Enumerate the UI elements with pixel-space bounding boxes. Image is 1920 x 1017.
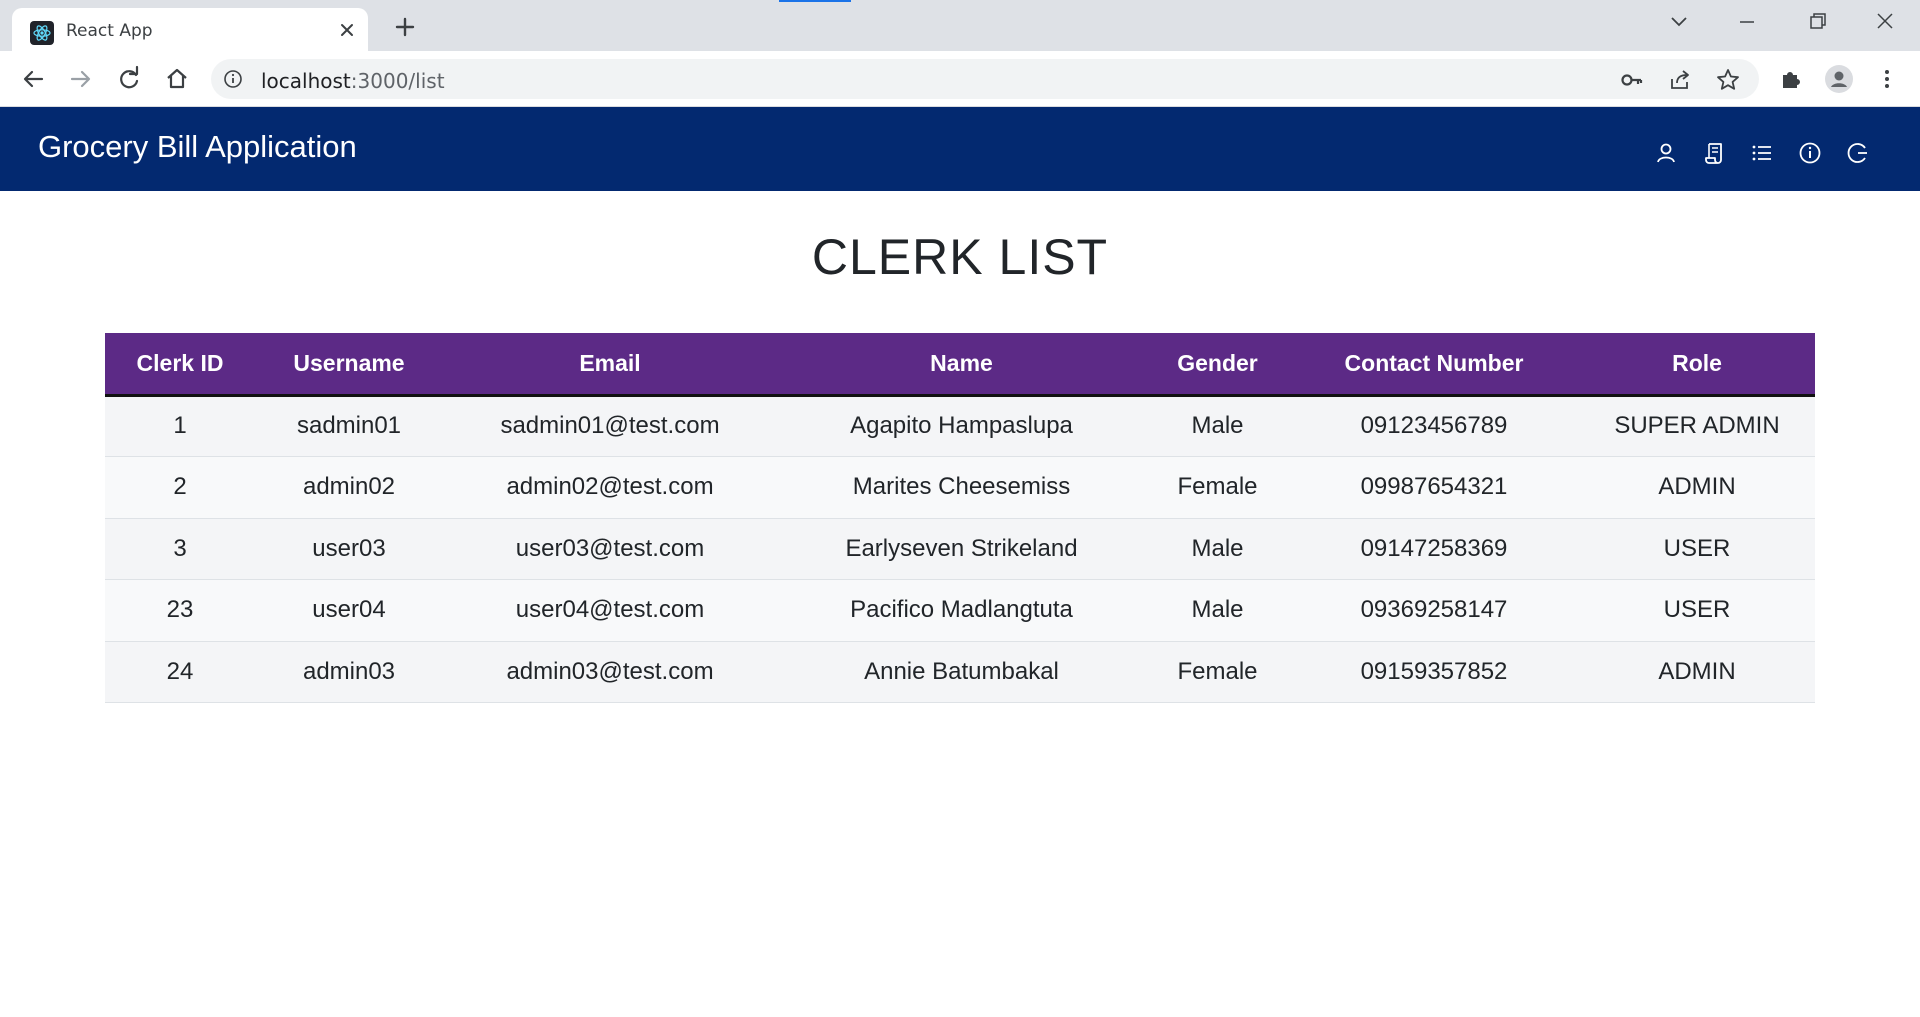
app-navbar: Grocery Bill Application	[0, 107, 1920, 191]
cell-gender: Male	[1146, 518, 1289, 580]
reload-icon[interactable]	[114, 64, 144, 94]
url-path: :3000/list	[350, 69, 445, 93]
address-bar[interactable]: localhost:3000/list	[211, 59, 1759, 99]
restore-icon[interactable]	[1800, 8, 1834, 36]
cell-clerk-id: 1	[105, 395, 255, 457]
key-icon[interactable]	[1619, 67, 1645, 93]
table-row: 23 user04 user04@test.com Pacifico Madla…	[105, 579, 1815, 642]
cell-contact: 09987654321	[1289, 456, 1579, 519]
cell-gender: Male	[1146, 395, 1289, 457]
column-header: Role	[1579, 333, 1815, 397]
home-icon[interactable]	[162, 64, 192, 94]
tab-close-icon[interactable]	[334, 17, 360, 43]
user-icon[interactable]	[1653, 140, 1679, 166]
clerk-table: Clerk ID Username Email Name Gender Cont…	[105, 333, 1815, 703]
page-title: CLERK LIST	[811, 229, 1109, 285]
profile-icon[interactable]	[1824, 64, 1854, 94]
column-header: Contact Number	[1289, 333, 1579, 397]
tab-loading-indicator	[779, 0, 851, 2]
cell-email: sadmin01@test.com	[443, 395, 777, 457]
cell-username: user04	[255, 579, 443, 642]
cell-clerk-id: 23	[105, 579, 255, 642]
cell-email: user04@test.com	[443, 579, 777, 642]
cell-contact: 09147258369	[1289, 518, 1579, 580]
cell-gender: Male	[1146, 579, 1289, 642]
cell-username: admin02	[255, 456, 443, 519]
new-tab-icon[interactable]	[390, 12, 420, 42]
browser-tab-strip: React App	[0, 0, 1920, 51]
cell-name: Marites Cheesemiss	[777, 456, 1146, 519]
browser-tab[interactable]: React App	[12, 8, 368, 51]
cell-clerk-id: 3	[105, 518, 255, 580]
cell-role: ADMIN	[1579, 641, 1815, 703]
column-header: Clerk ID	[105, 333, 255, 397]
info-icon[interactable]	[1797, 140, 1823, 166]
bookmark-star-icon[interactable]	[1715, 67, 1741, 93]
table-header-row: Clerk ID Username Email Name Gender Cont…	[105, 333, 1815, 397]
logout-icon[interactable]	[1845, 140, 1871, 166]
cell-clerk-id: 2	[105, 456, 255, 519]
back-icon[interactable]	[18, 64, 48, 94]
cell-username: user03	[255, 518, 443, 580]
app-brand[interactable]: Grocery Bill Application	[38, 129, 357, 165]
table-row: 2 admin02 admin02@test.com Marites Chees…	[105, 456, 1815, 519]
list-icon[interactable]	[1749, 140, 1775, 166]
share-icon[interactable]	[1667, 67, 1693, 93]
cell-role: SUPER ADMIN	[1579, 395, 1815, 457]
extensions-icon[interactable]	[1776, 64, 1806, 94]
cell-contact: 09369258147	[1289, 579, 1579, 642]
cell-contact: 09159357852	[1289, 641, 1579, 703]
url-host: localhost	[261, 69, 351, 93]
url-text[interactable]: localhost:3000/list	[261, 69, 445, 93]
cell-username: sadmin01	[255, 395, 443, 457]
table-row: 1 sadmin01 sadmin01@test.com Agapito Ham…	[105, 395, 1815, 457]
minimize-icon[interactable]	[1730, 8, 1764, 36]
cell-gender: Female	[1146, 456, 1289, 519]
cell-email: admin03@test.com	[443, 641, 777, 703]
bill-icon[interactable]	[1701, 140, 1727, 166]
cell-name: Annie Batumbakal	[777, 641, 1146, 703]
cell-role: USER	[1579, 518, 1815, 580]
browser-toolbar: localhost:3000/list	[0, 51, 1920, 107]
cell-role: USER	[1579, 579, 1815, 642]
forward-icon[interactable]	[66, 64, 96, 94]
cell-email: admin02@test.com	[443, 456, 777, 519]
tab-search-icon[interactable]	[1662, 8, 1696, 36]
cell-name: Earlyseven Strikeland	[777, 518, 1146, 580]
table-row: 24 admin03 admin03@test.com Annie Batumb…	[105, 641, 1815, 703]
react-logo-icon	[30, 21, 54, 45]
cell-name: Pacifico Madlangtuta	[777, 579, 1146, 642]
cell-gender: Female	[1146, 641, 1289, 703]
cell-username: admin03	[255, 641, 443, 703]
menu-icon[interactable]	[1872, 64, 1902, 94]
cell-email: user03@test.com	[443, 518, 777, 580]
close-window-icon[interactable]	[1868, 8, 1902, 36]
cell-clerk-id: 24	[105, 641, 255, 703]
cell-role: ADMIN	[1579, 456, 1815, 519]
column-header: Gender	[1146, 333, 1289, 397]
site-info-icon[interactable]	[223, 69, 243, 93]
column-header: Name	[777, 333, 1146, 397]
column-header: Email	[443, 333, 777, 397]
cell-name: Agapito Hampaslupa	[777, 395, 1146, 457]
cell-contact: 09123456789	[1289, 395, 1579, 457]
tab-title: React App	[66, 21, 153, 41]
table-row: 3 user03 user03@test.com Earlyseven Stri…	[105, 518, 1815, 580]
column-header: Username	[255, 333, 443, 397]
